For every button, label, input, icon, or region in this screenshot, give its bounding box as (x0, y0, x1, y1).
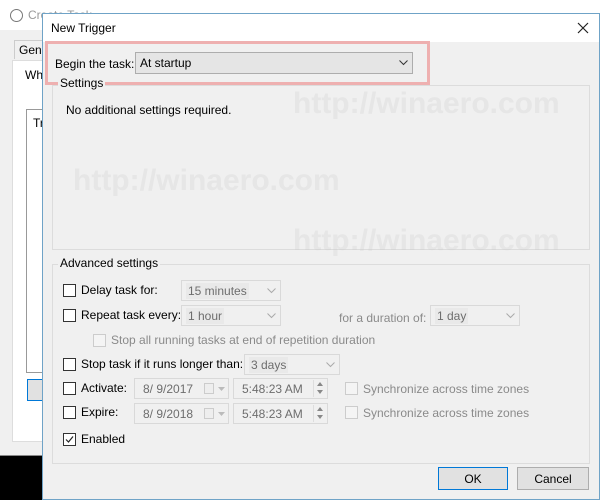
activate-date-picker[interactable]: 8/ 9/2017 (134, 378, 229, 399)
expire-sync-checkbox[interactable] (345, 406, 358, 419)
cancel-button[interactable]: Cancel (517, 467, 589, 490)
ok-button[interactable]: OK (438, 467, 508, 490)
duration-select[interactable]: 1 day (430, 305, 520, 326)
spin-down-icon (317, 390, 323, 394)
delay-select[interactable]: 15 minutes (181, 280, 281, 301)
stop-all-checkbox[interactable] (93, 334, 106, 347)
dialog-title: New Trigger (51, 21, 116, 35)
clock-icon (10, 9, 23, 22)
close-button[interactable] (573, 18, 593, 38)
activate-time-value: 5:48:23 AM (242, 382, 303, 396)
new-trigger-dialog: New Trigger Begin the task: At startup S… (42, 13, 600, 500)
repeat-label: Repeat task every: (81, 308, 182, 322)
activate-checkbox[interactable] (63, 382, 76, 395)
activate-date-value: 8/ 9/2017 (143, 382, 194, 396)
calendar-icon (204, 383, 214, 394)
activate-sync-label: Synchronize across time zones (363, 382, 530, 396)
expire-date-picker[interactable]: 8/ 9/2018 (134, 403, 229, 424)
close-icon (577, 22, 589, 34)
chevron-down-icon (506, 312, 515, 318)
expire-sync-label: Synchronize across time zones (363, 406, 530, 420)
time-spinner[interactable] (313, 380, 326, 397)
chevron-down-icon (267, 312, 276, 318)
delay-checkbox[interactable] (63, 284, 76, 297)
enabled-checkbox[interactable] (63, 433, 76, 446)
settings-group-label: Settings (58, 76, 106, 90)
expire-checkbox[interactable] (63, 406, 76, 419)
activate-time-picker[interactable]: 5:48:23 AM (233, 378, 328, 399)
activate-label: Activate: (81, 381, 128, 395)
checkmark-icon (65, 436, 74, 443)
spin-up-icon (317, 382, 323, 386)
expire-time-value: 5:48:23 AM (242, 407, 303, 421)
parent-label: Wh (25, 68, 43, 82)
duration-label: for a duration of: (339, 311, 427, 325)
chevron-down-icon (218, 412, 225, 416)
spin-down-icon (317, 415, 323, 419)
settings-message: No additional settings required. (66, 103, 232, 117)
chevron-down-icon (218, 387, 225, 391)
expire-time-picker[interactable]: 5:48:23 AM (233, 403, 328, 424)
stop-longer-select[interactable]: 3 days (244, 354, 340, 375)
advanced-group-label: Advanced settings (58, 256, 161, 270)
repeat-select[interactable]: 1 hour (181, 305, 281, 326)
duration-value: 1 day (435, 307, 469, 324)
chevron-down-icon (267, 287, 276, 293)
stop-longer-checkbox[interactable] (63, 358, 76, 371)
chevron-down-icon (326, 361, 335, 367)
delay-value: 15 minutes (186, 282, 249, 299)
activate-sync-checkbox[interactable] (345, 382, 358, 395)
repeat-checkbox[interactable] (63, 309, 76, 322)
delay-label: Delay task for: (81, 283, 158, 297)
dialog-titlebar: New Trigger (43, 14, 599, 42)
stop-all-label: Stop all running tasks at end of repetit… (111, 333, 376, 347)
expire-label: Expire: (81, 405, 119, 419)
time-spinner[interactable] (313, 405, 326, 422)
stop-longer-value: 3 days (249, 356, 289, 373)
expire-date-value: 8/ 9/2018 (143, 407, 194, 421)
stop-longer-label: Stop task if it runs longer than: (81, 357, 244, 371)
repeat-value: 1 hour (186, 307, 225, 324)
enabled-label: Enabled (81, 432, 126, 446)
spin-up-icon (317, 407, 323, 411)
calendar-icon (204, 408, 214, 419)
